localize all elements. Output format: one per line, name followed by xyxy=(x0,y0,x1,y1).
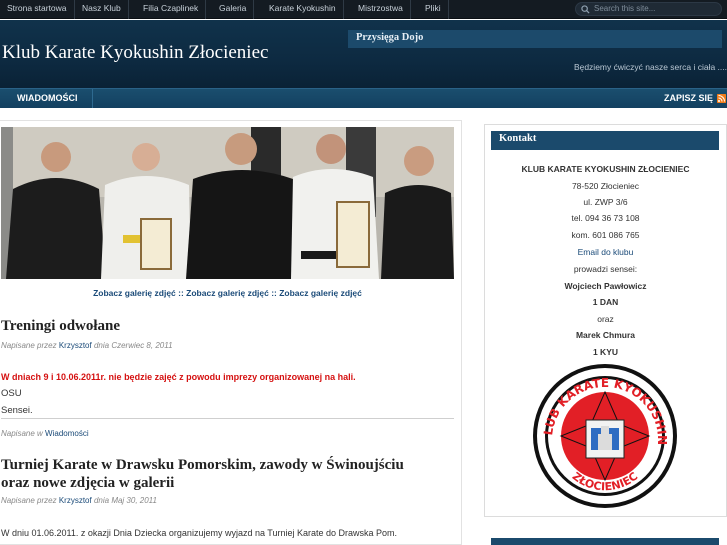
nav-item-championships[interactable]: Mistrzostwa xyxy=(351,0,411,19)
featured-post-title-bar[interactable]: Przysięga Dojo xyxy=(348,30,722,48)
category-link[interactable]: Wiadomości xyxy=(45,429,89,438)
sensei-rank: 1 KYU xyxy=(592,347,619,357)
club-mobile: kom. 601 086 765 xyxy=(571,230,640,240)
author-link[interactable]: Krzysztof xyxy=(59,341,92,350)
post-title[interactable]: Treningi odwołane xyxy=(1,318,120,335)
led-by-label: prowadzi sensei: xyxy=(573,264,638,274)
club-postal: 78-520 Złocieniec xyxy=(571,181,640,191)
widget-title: Kontakt xyxy=(499,133,537,144)
search-icon xyxy=(581,5,590,14)
rss-icon[interactable] xyxy=(717,94,726,103)
author-link[interactable]: Krzysztof xyxy=(59,496,92,505)
post-meta: Napisane przez Krzysztof dnia Czerwiec 8… xyxy=(1,341,173,350)
nav-item-club[interactable]: Nasz Klub xyxy=(75,0,129,19)
nav-item-gallery[interactable]: Galeria xyxy=(212,0,255,19)
post-date: dnia Czerwiec 8, 2011 xyxy=(93,341,173,350)
post-date: dnia Maj 30, 2011 xyxy=(93,496,157,505)
meta-prefix: Napisane przez xyxy=(1,341,57,350)
sensei-rank: 1 DAN xyxy=(592,297,619,307)
search-input[interactable]: Search this site... xyxy=(575,2,722,16)
post-title[interactable]: Turniej Karate w Drawsku Pomorskim, zawo… xyxy=(1,457,404,474)
club-logo[interactable]: KLUB KARATE KYOKUSHIN ZŁOCIENIEC xyxy=(530,362,680,510)
post-divider xyxy=(1,418,454,419)
nav-item-karate-kyokushin[interactable]: Karate Kyokushin xyxy=(262,0,344,19)
post-excerpt: W dniu 01.06.2011. z okazji Dnia Dziecka… xyxy=(1,528,398,538)
email-link[interactable]: Email do klubu xyxy=(484,247,727,257)
category-bar: WIADOMOŚCI ZAPISZ SIĘ xyxy=(0,88,727,108)
nav-item-home[interactable]: Strona startowa xyxy=(0,0,75,19)
sensei-name: Marek Chmura xyxy=(575,330,636,340)
next-widget-title-bar xyxy=(491,538,719,545)
meta-prefix: Napisane przez xyxy=(1,496,57,505)
top-navigation: Strona startowa Nasz Klub Filia Czapline… xyxy=(0,0,727,19)
widget-title-bar: Kontakt xyxy=(491,131,719,150)
club-street: ul. ZWP 3/6 xyxy=(583,197,628,207)
sensei-name: Wojciech Pawłowicz xyxy=(564,281,647,291)
team-photo[interactable] xyxy=(1,127,454,279)
post-meta: Napisane przez Krzysztof dnia Maj 30, 20… xyxy=(1,496,157,505)
site-header: Klub Karate Kyokushin Złocieniec Przysię… xyxy=(0,20,727,88)
post-title-continued[interactable]: oraz nowe zdjęcia w galerii xyxy=(1,475,174,492)
site-title[interactable]: Klub Karate Kyokushin Złocieniec xyxy=(2,42,268,64)
announcement-text: W dniach 9 i 10.06.2011r. nie będzie zaj… xyxy=(1,372,356,382)
nav-item-files[interactable]: Pliki xyxy=(418,0,449,19)
club-phone: tel. 094 36 73 108 xyxy=(571,213,640,223)
post-category-meta: Napisane w Wiadomości xyxy=(1,429,89,438)
gallery-links[interactable]: Zobacz galerię zdjęć :: Zobacz galerię z… xyxy=(0,288,455,298)
featured-post-title[interactable]: Przysięga Dojo xyxy=(356,32,423,43)
and-label: oraz xyxy=(597,314,614,324)
category-prefix: Napisane w xyxy=(1,429,43,438)
club-name: KLUB KARATE KYOKUSHIN ZŁOCIENIEC xyxy=(521,164,690,174)
post-line: OSU xyxy=(1,388,22,399)
category-news-tab[interactable]: WIADOMOŚCI xyxy=(3,89,93,108)
search-placeholder: Search this site... xyxy=(594,4,656,13)
subscribe-link[interactable]: ZAPISZ SIĘ xyxy=(664,89,713,107)
nav-item-czaplinek[interactable]: Filia Czaplinek xyxy=(136,0,207,19)
featured-post-excerpt: Będziemy ćwiczyć nasze serca i ciała ...… xyxy=(573,62,727,72)
post-line: Sensei. xyxy=(1,405,33,416)
